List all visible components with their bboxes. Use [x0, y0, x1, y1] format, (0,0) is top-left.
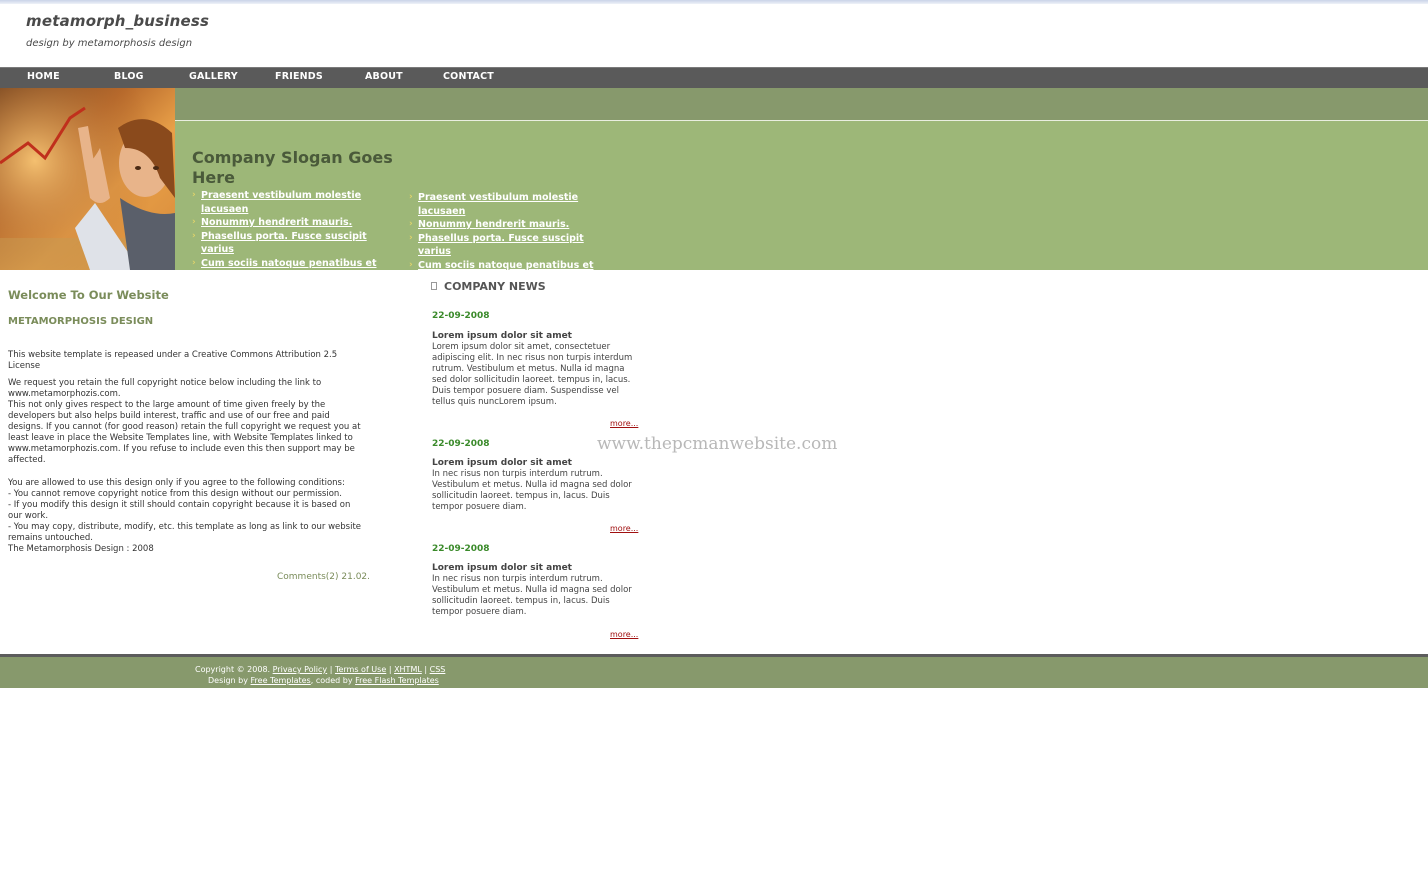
nav-friends[interactable]: FRIENDS: [275, 71, 323, 82]
banner-list-left: › Praesent vestibulum molestie lacusaen ›…: [192, 189, 397, 284]
license-paragraph: This website template is repeased under …: [8, 350, 338, 371]
nav-gallery[interactable]: GALLERY: [189, 71, 238, 82]
banner-link[interactable]: › Phasellus porta. Fusce suscipit varius: [192, 230, 397, 257]
footer-line-1: Copyright © 2008. Privacy Policy | Terms…: [195, 665, 445, 674]
company-news-heading: COMPANY NEWS: [444, 280, 546, 293]
nav-blog[interactable]: BLOG: [114, 71, 144, 82]
news-icon: [431, 282, 437, 290]
footer-line-2: Design by Free Templates, coded by Free …: [208, 676, 439, 685]
separator: |: [424, 665, 428, 674]
news-date: 22-09-2008: [432, 544, 490, 554]
nav-home[interactable]: HOME: [27, 71, 60, 82]
copyright-text: Copyright © 2008.: [195, 665, 271, 674]
nav-contact[interactable]: CONTACT: [443, 71, 494, 82]
news-body: Lorem ipsum dolor sit amet, consectetuer…: [432, 342, 633, 407]
bullet-icon: ›: [409, 232, 413, 243]
nav-about[interactable]: ABOUT: [365, 71, 403, 82]
main-nav: HOME BLOG GALLERY FRIENDS ABOUT CONTACT: [0, 67, 1428, 88]
bullet-icon: ›: [192, 257, 196, 268]
top-accent-line: [0, 0, 1428, 4]
more-link[interactable]: more...: [610, 524, 638, 533]
conditions-paragraph: You are allowed to use this design only …: [8, 478, 362, 554]
news-title: Lorem ipsum dolor sit amet: [432, 331, 572, 341]
site-subtitle: design by metamorphosis design: [26, 38, 193, 49]
welcome-heading: Welcome To Our Website: [8, 288, 169, 302]
separator: |: [388, 665, 392, 674]
banner-list-right: › Praesent vestibulum molestie lacusaen ›…: [409, 191, 614, 286]
news-date: 22-09-2008: [432, 439, 490, 449]
banner-top-strip: [175, 88, 1428, 121]
copyright-request-paragraph: We request you retain the full copyright…: [8, 378, 361, 465]
design-by-text: Design by: [208, 676, 248, 685]
more-link[interactable]: more...: [610, 419, 638, 428]
company-slogan: Company Slogan Goes Here: [192, 148, 393, 187]
free-flash-templates-link[interactable]: Free Flash Templates: [355, 676, 439, 685]
banner-link[interactable]: › Praesent vestibulum molestie lacusaen: [192, 189, 397, 216]
banner-link[interactable]: › Nonummy hendrerit mauris.: [192, 216, 397, 230]
site-title: metamorph_business: [26, 12, 210, 30]
news-body: In nec risus non turpis interdum rutrum.…: [432, 469, 632, 512]
banner-link[interactable]: › Praesent vestibulum molestie lacusaen: [409, 191, 614, 218]
bullet-icon: ›: [192, 190, 196, 200]
privacy-policy-link[interactable]: Privacy Policy: [273, 665, 328, 674]
separator: |: [329, 665, 333, 674]
free-templates-link[interactable]: Free Templates: [251, 676, 311, 685]
bullet-icon: ›: [192, 230, 196, 241]
xhtml-link[interactable]: XHTML: [394, 665, 422, 674]
coded-by-text: , coded by: [310, 676, 353, 685]
bullet-icon: ›: [409, 259, 413, 270]
news-date: 22-09-2008: [432, 311, 490, 321]
bullet-icon: ›: [192, 217, 196, 227]
bullet-icon: ›: [409, 219, 413, 229]
bullet-icon: ›: [409, 192, 413, 202]
news-title: Lorem ipsum dolor sit amet: [432, 563, 572, 573]
more-link[interactable]: more...: [610, 630, 638, 639]
news-body: In nec risus non turpis interdum rutrum.…: [432, 574, 632, 617]
metamorphosis-heading: METAMORPHOSIS DESIGN: [8, 316, 154, 327]
banner: Company Slogan Goes Here › Praesent vesti…: [0, 88, 1428, 284]
watermark: www.thepcmanwebsite.com: [597, 434, 838, 454]
banner-link[interactable]: › Nonummy hendrerit mauris.: [409, 218, 614, 232]
banner-link[interactable]: › Cum sociis natoque penatibus et magnis: [192, 257, 397, 284]
footer: Copyright © 2008. Privacy Policy | Terms…: [0, 654, 1428, 688]
css-link[interactable]: CSS: [430, 665, 446, 674]
banner-photo: [0, 88, 175, 270]
comments-link[interactable]: Comments(2) 21.02.: [277, 572, 370, 582]
banner-link[interactable]: › Phasellus porta. Fusce suscipit varius: [409, 232, 614, 259]
terms-of-use-link[interactable]: Terms of Use: [335, 665, 386, 674]
news-title: Lorem ipsum dolor sit amet: [432, 458, 572, 468]
